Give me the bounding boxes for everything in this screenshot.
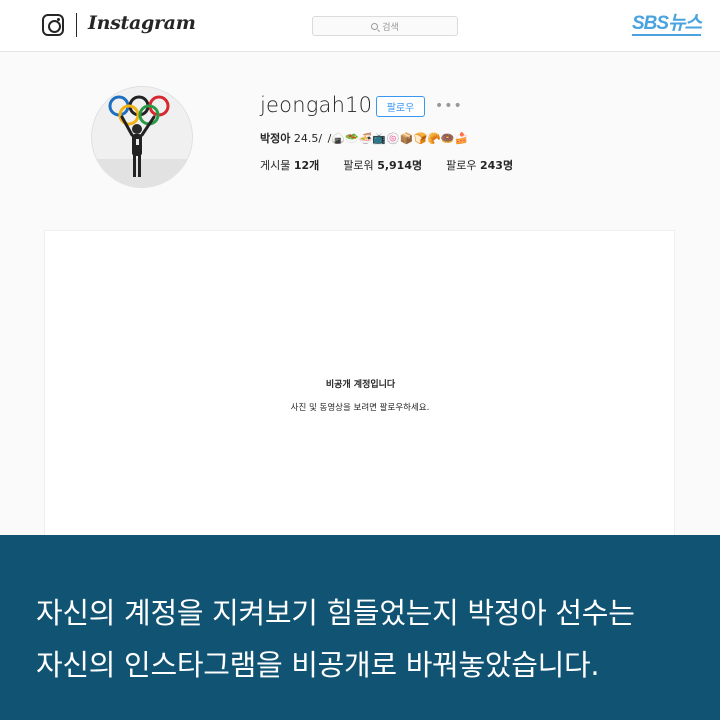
profile-avatar[interactable] [91,86,193,188]
profile-username: jeongah10 [260,93,373,117]
nav-divider [76,13,77,37]
instagram-wordmark[interactable]: Instagram [88,12,196,34]
private-account-title: 비공개 계정입니다 [325,380,396,390]
search-placeholder: 검색 [382,22,399,33]
stat-followers[interactable]: 팔로워 5,914명 [343,157,422,173]
news-caption-band: 자신의 계정을 지켜보기 힘들었는지 박정아 선수는 자신의 인스타그램을 비공… [0,535,720,720]
instagram-glyph-icon[interactable] [42,14,64,36]
stat-following-value: 243명 [479,159,514,172]
profile-bio: 박정아 24.5/ /🍙🥗🍜📺🍥📦🍞🥐🍩🍰 [260,130,468,146]
caption-line-1: 자신의 계정을 지켜보기 힘들었는지 박정아 선수는 [36,596,635,630]
search-icon [371,22,379,30]
avatar-photo [92,87,192,187]
caption-line-2: 자신의 인스타그램을 비공개로 바꿔놓았습니다. [36,648,600,682]
more-options-icon[interactable]: ••• [435,99,463,113]
private-account-card: 비공개 계정입니다 사진 및 동영상을 보려면 팔로우하세요. [44,230,675,550]
sbs-news-logo: SBS뉴스 [632,13,702,36]
search-input[interactable]: 검색 [312,16,458,36]
bio-full-name: 박정아 [260,132,291,145]
top-nav-bar: Instagram 검색 SBS뉴스 [0,0,720,52]
news-caption-text: 자신의 계정을 지켜보기 힘들었는지 박정아 선수는 자신의 인스타그램을 비공… [36,587,696,691]
stat-followers-label: 팔로워 [343,159,374,172]
stat-posts: 게시물 12개 [260,157,319,173]
profile-stats: 게시물 12개 팔로워 5,914명 팔로우 243명 [260,157,513,173]
stat-posts-value: 12개 [293,159,320,172]
follow-button[interactable]: 팔로우 [376,96,425,117]
private-account-description: 사진 및 동영상을 보려면 팔로우하세요. [290,403,430,413]
stat-following[interactable]: 팔로우 243명 [446,157,513,173]
bio-text: 24.5/ /🍙🥗🍜📺🍥📦🍞🥐🍩🍰 [290,132,469,145]
stat-following-label: 팔로우 [446,159,477,172]
stat-followers-value: 5,914명 [377,159,423,172]
stat-posts-label: 게시물 [260,159,291,172]
